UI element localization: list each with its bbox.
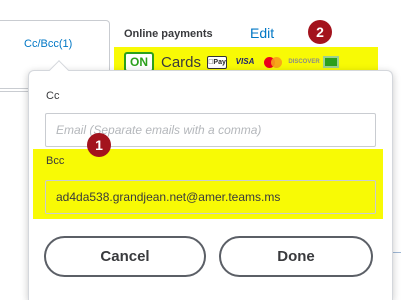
visa-icon: VISA xyxy=(235,57,255,66)
bcc-email-input[interactable] xyxy=(45,180,376,214)
edit-payments-link[interactable]: Edit xyxy=(250,25,274,41)
payments-on-toggle[interactable]: ON xyxy=(124,52,154,72)
apple-pay-icon: Pay xyxy=(207,55,228,69)
cancel-button[interactable]: Cancel xyxy=(44,236,206,277)
mastercard-icon xyxy=(263,56,285,69)
discover-icon: DISCOVER xyxy=(288,59,320,65)
cc-label: Cc xyxy=(46,90,60,102)
step-2-badge: 2 xyxy=(308,20,332,44)
cards-label: Cards xyxy=(161,53,202,71)
bank-transfer-icon xyxy=(323,56,340,68)
step-1-badge: 1 xyxy=(87,133,111,157)
bcc-label: Bcc xyxy=(46,155,65,167)
cc-bcc-link[interactable]: Cc/Bcc(1) xyxy=(24,38,72,50)
done-button[interactable]: Done xyxy=(219,236,373,277)
online-payments-label: Online payments xyxy=(124,28,213,40)
